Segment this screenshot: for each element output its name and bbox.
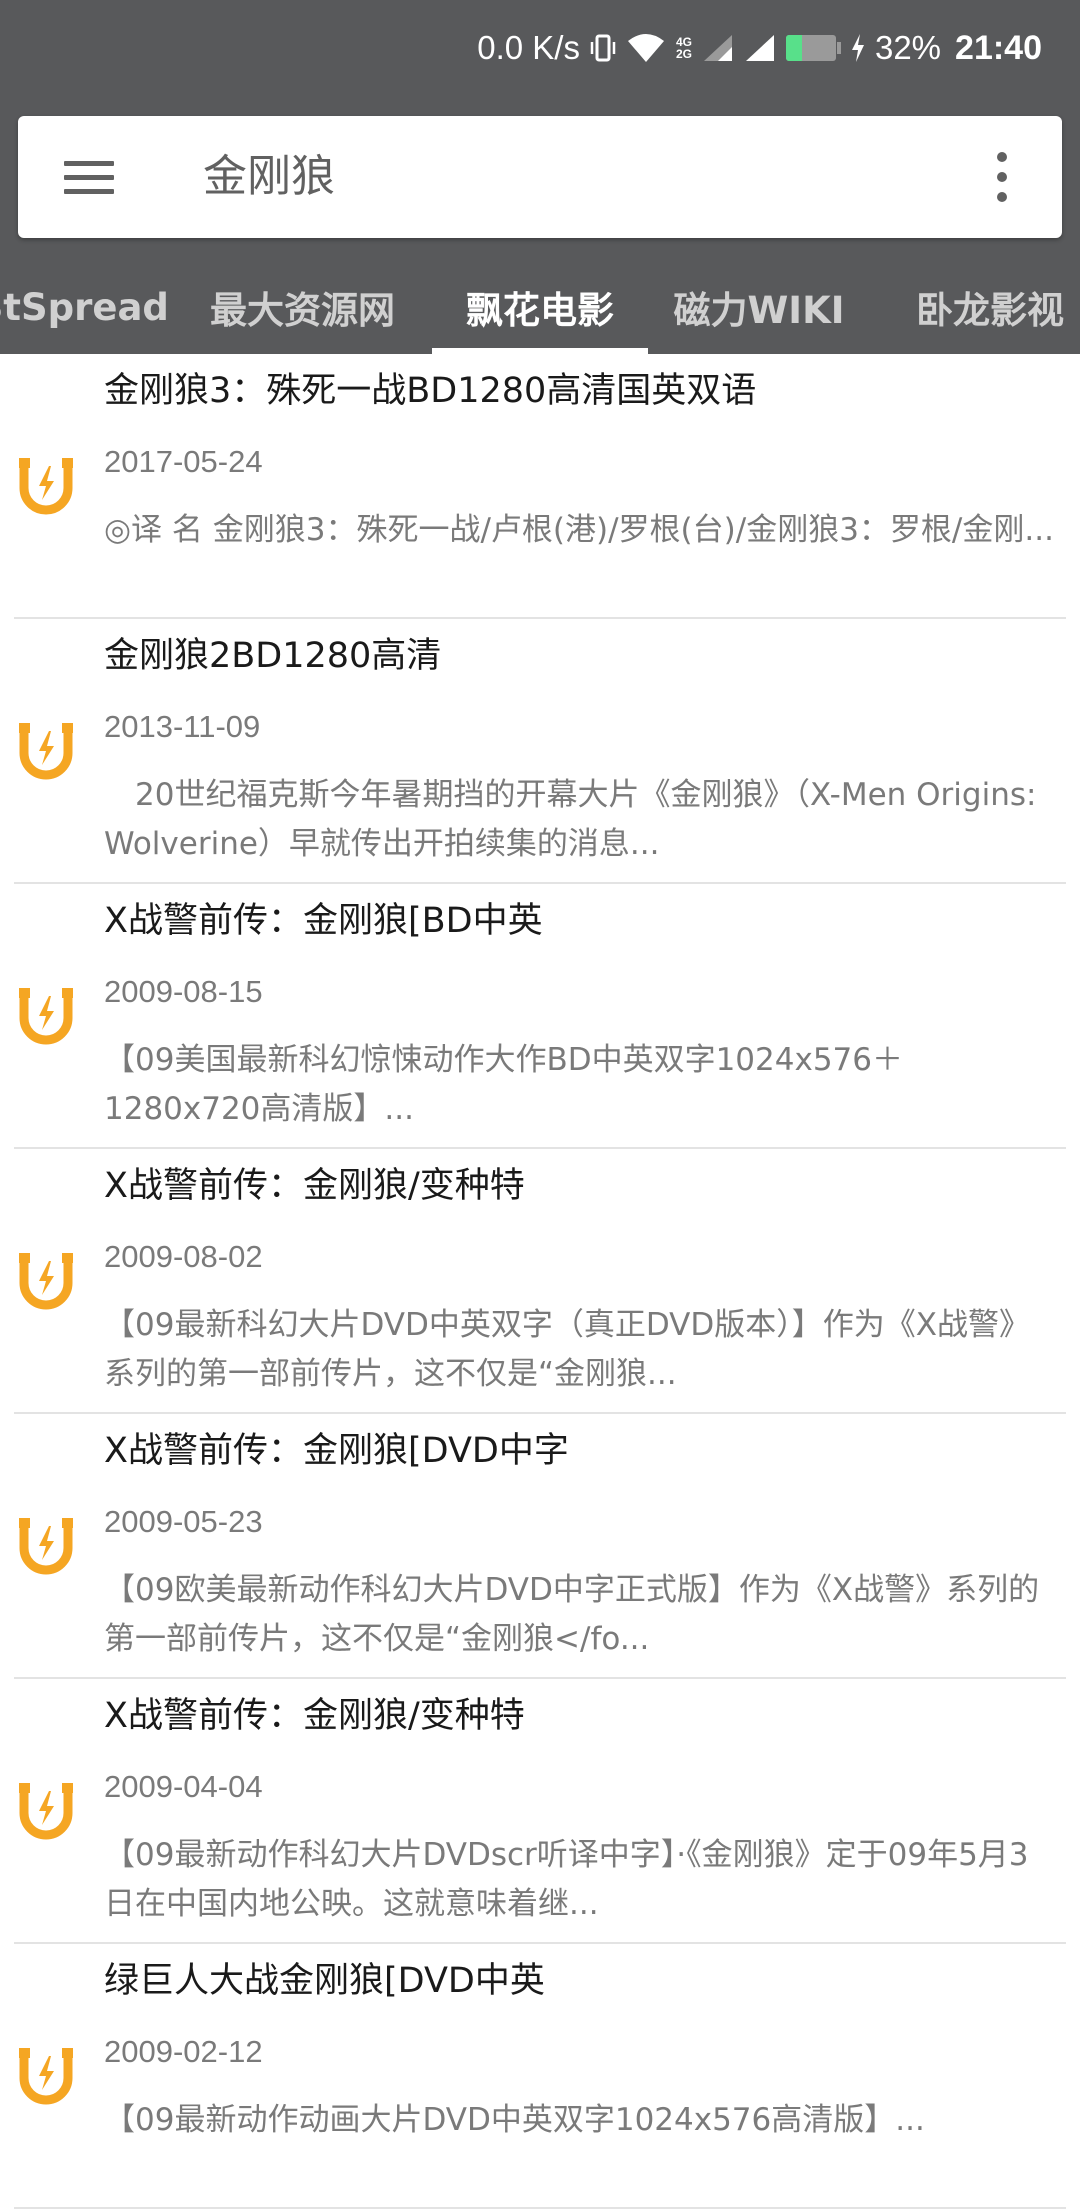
- signal-icon: [744, 33, 776, 63]
- net-speed: 0.0 K/s: [477, 29, 580, 66]
- list-item[interactable]: 绿巨人大战金刚狼[DVD中英 2009-02-12 【09最新动作动画大片DVD…: [0, 1944, 1080, 2209]
- item-date: 2017-05-24: [104, 444, 263, 479]
- hamburger-menu-icon[interactable]: [64, 152, 114, 202]
- tab-zuida[interactable]: 最大资源网: [190, 260, 415, 354]
- vibrate-icon: [590, 33, 616, 63]
- item-date: 2009-08-02: [104, 1239, 263, 1274]
- item-date: 2009-02-12: [104, 2034, 263, 2069]
- charging-icon: [851, 33, 865, 63]
- list-item[interactable]: X战警前传：金刚狼/变种特 2009-08-02 【09最新科幻大片DVD中英双…: [0, 1149, 1080, 1414]
- list-item[interactable]: X战警前传：金刚狼/变种特 2009-04-04 【09最新动作科幻大片DVDs…: [0, 1679, 1080, 1944]
- search-query[interactable]: 金刚狼: [203, 142, 335, 212]
- magnet-icon: [18, 454, 74, 516]
- magnet-icon: [18, 719, 74, 781]
- list-item[interactable]: 金刚狼3：殊死一战BD1280高清国英双语 2017-05-24 ◎译 名 金刚…: [0, 354, 1080, 619]
- magnet-icon: [18, 2044, 74, 2106]
- item-date: 2009-04-04: [104, 1769, 263, 1804]
- list-item[interactable]: X战警前传：金刚狼[BD中英 2009-08-15 【09美国最新科幻惊悚动作大…: [0, 884, 1080, 1149]
- item-date: 2013-11-09: [104, 709, 261, 744]
- list-item[interactable]: X战警前传：金刚狼[DVD中字 2009-05-23 【09欧美最新动作科幻大片…: [0, 1414, 1080, 1679]
- tab-piaohua[interactable]: 飘花电影: [432, 260, 648, 354]
- item-desc: ◎译 名 金刚狼3：殊死一战/卢根(港)/罗根(台)/金刚狼3：罗根/金刚...: [104, 512, 1054, 548]
- source-tabs: BtSpread 最大资源网 飘花电影 磁力WIKI 卧龙影视: [0, 260, 1080, 354]
- signal-icon: [702, 33, 734, 63]
- item-desc: 20世纪福克斯今年暑期挡的开幕大片《金刚狼》（X-Men Origins: Wo…: [104, 777, 1037, 862]
- clock: 21:40: [955, 28, 1042, 67]
- results-list: 金刚狼3：殊死一战BD1280高清国英双语 2017-05-24 ◎译 名 金刚…: [0, 354, 1080, 2209]
- magnet-icon: [18, 1249, 74, 1311]
- item-title: 金刚狼3：殊死一战BD1280高清国英双语: [104, 371, 757, 411]
- more-vertical-icon[interactable]: [992, 152, 1012, 202]
- tab-btspread[interactable]: BtSpread: [0, 260, 169, 354]
- tab-wolong[interactable]: 卧龙影视: [890, 260, 1080, 354]
- item-desc: 【09最新动作动画大片DVD中英双字1024x576高清版】...: [104, 2102, 925, 2138]
- item-date: 2009-08-15: [104, 974, 263, 1009]
- battery-icon: [785, 35, 841, 61]
- network-type: 4G 2G: [675, 35, 692, 61]
- item-desc: 【09最新科幻大片DVD中英双字（真正DVD版本）】作为《X战警》系列的第一部前…: [104, 1307, 1030, 1392]
- item-title: X战警前传：金刚狼/变种特: [104, 1696, 525, 1736]
- magnet-icon: [18, 1779, 74, 1841]
- item-title: X战警前传：金刚狼[BD中英: [104, 901, 543, 941]
- item-desc: 【09欧美最新动作科幻大片DVD中字正式版】作为《X战警》系列的第一部前传片，这…: [104, 1572, 1040, 1657]
- item-title: 金刚狼2BD1280高清: [104, 636, 442, 676]
- status-bar: 0.0 K/s 4G 2G 32% 21:40: [0, 0, 1080, 96]
- battery-percent: 32%: [874, 29, 942, 66]
- item-title: X战警前传：金刚狼/变种特: [104, 1166, 525, 1206]
- search-bar[interactable]: 金刚狼: [18, 116, 1062, 238]
- wifi-icon: [626, 33, 666, 63]
- tab-cili-wiki[interactable]: 磁力WIKI: [668, 260, 850, 354]
- magnet-icon: [18, 1514, 74, 1576]
- item-desc: 【09美国最新科幻惊悚动作大作BD中英双字1024x576＋1280x720高清…: [104, 1042, 903, 1127]
- item-desc: 【09最新动作科幻大片DVDscr听译中字】·《金刚狼》定于09年5月3日在中国…: [104, 1837, 1029, 1922]
- item-date: 2009-05-23: [104, 1504, 263, 1539]
- item-title: X战警前传：金刚狼[DVD中字: [104, 1431, 569, 1471]
- item-title: 绿巨人大战金刚狼[DVD中英: [104, 1961, 545, 2001]
- list-item[interactable]: 金刚狼2BD1280高清 2013-11-09 20世纪福克斯今年暑期挡的开幕大…: [0, 619, 1080, 884]
- magnet-icon: [18, 984, 74, 1046]
